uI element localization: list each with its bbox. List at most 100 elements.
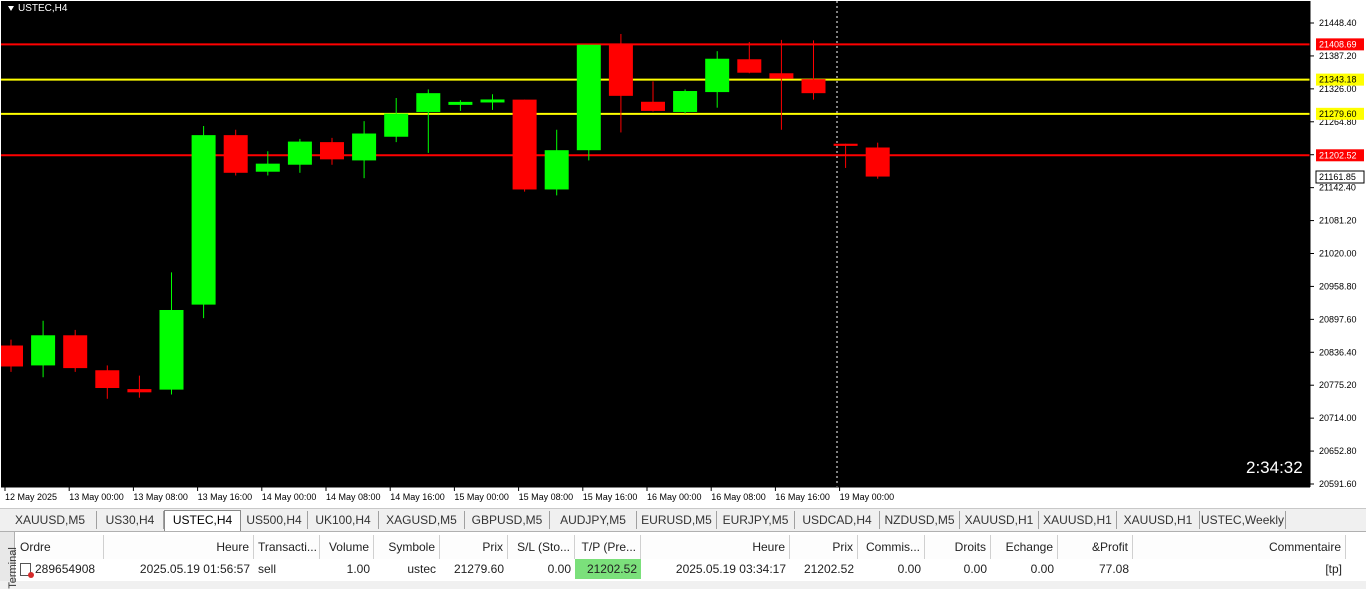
cell-commentaire[interactable]: [tp] bbox=[1133, 559, 1346, 579]
time-tick-label: 13 May 00:00 bbox=[69, 492, 124, 502]
time-tick-label: 14 May 08:00 bbox=[326, 492, 381, 502]
candle-body bbox=[223, 135, 248, 173]
tab-eurjpy-m5[interactable]: EURJPY,M5 bbox=[717, 511, 795, 529]
time-tick-label: 16 May 00:00 bbox=[647, 492, 702, 502]
candle-body bbox=[191, 135, 216, 305]
cell-sl[interactable]: 0.00 bbox=[508, 559, 575, 579]
column-header-symbole[interactable]: Symbole bbox=[374, 535, 440, 559]
time-tick-label: 16 May 08:00 bbox=[711, 492, 766, 502]
time-tick-label: 15 May 16:00 bbox=[583, 492, 638, 502]
column-header-volume[interactable]: Volume bbox=[320, 535, 374, 559]
level-label: 21279.60 bbox=[1319, 109, 1357, 119]
price-tick-label: 21387.20 bbox=[1319, 51, 1357, 61]
price-tick-label: 21081.20 bbox=[1319, 216, 1357, 226]
candle-body bbox=[705, 58, 730, 93]
chart-title: USTEC,H4 bbox=[8, 3, 67, 14]
column-header-ordre[interactable]: Ordre bbox=[16, 535, 104, 559]
time-tick-label: 16 May 16:00 bbox=[775, 492, 830, 502]
column-header-commentaire[interactable]: Commentaire bbox=[1133, 535, 1346, 559]
candle-body bbox=[480, 99, 505, 103]
price-tick-label: 20714.00 bbox=[1319, 413, 1357, 423]
candle-body bbox=[608, 44, 633, 96]
candle-body bbox=[673, 91, 698, 112]
candle-body bbox=[63, 335, 88, 369]
candle-body bbox=[544, 150, 569, 190]
price-tick-label: 20775.20 bbox=[1319, 380, 1357, 390]
tab-xauusd-h1[interactable]: XAUUSD,H1 bbox=[960, 511, 1039, 529]
time-tick-label: 19 May 00:00 bbox=[840, 492, 895, 502]
column-header-heure[interactable]: Heure bbox=[104, 535, 254, 559]
price-chart[interactable]: 21448.4021387.2021326.0021264.8021203.60… bbox=[0, 0, 1366, 508]
column-header-transaction[interactable]: Transacti... bbox=[254, 535, 320, 559]
column-header-prix[interactable]: Prix bbox=[440, 535, 508, 559]
cell-prix-close[interactable]: 21202.52 bbox=[790, 559, 858, 579]
cell-transaction[interactable]: sell bbox=[254, 559, 320, 579]
tab-ustec-h4[interactable]: USTEC,H4 bbox=[164, 510, 241, 531]
order-doc-icon bbox=[20, 563, 34, 579]
time-tick-label: 15 May 00:00 bbox=[454, 492, 509, 502]
dropdown-triangle-icon[interactable] bbox=[8, 5, 14, 11]
tab-eurusd-m5[interactable]: EURUSD,M5 bbox=[637, 511, 717, 529]
cell-commission[interactable]: 0.00 bbox=[858, 559, 925, 579]
chart-tabs-bar: XAUUSD,M5 US30,H4 USTEC,H4 US500,H4 UK100,H4… bbox=[0, 508, 1366, 531]
chart-area[interactable]: 21448.4021387.2021326.0021264.8021203.60… bbox=[0, 0, 1366, 508]
price-tick-label: 20836.40 bbox=[1319, 347, 1357, 357]
tab-xauusd-h1[interactable]: XAUUSD,H1 bbox=[1117, 511, 1200, 529]
cell-prix[interactable]: 21279.60 bbox=[440, 559, 508, 579]
cell-heure[interactable]: 2025.05.19 01:56:57 bbox=[104, 559, 254, 579]
cell-tp[interactable]: 21202.52 bbox=[575, 559, 641, 579]
price-tick-label: 21020.00 bbox=[1319, 249, 1357, 259]
time-tick-label: 13 May 08:00 bbox=[133, 492, 188, 502]
column-header-sl[interactable]: S/L (Sto... bbox=[508, 535, 575, 559]
candle-body bbox=[769, 73, 794, 79]
candle-body bbox=[448, 101, 473, 105]
cell-heure-close[interactable]: 2025.05.19 03:34:17 bbox=[641, 559, 790, 579]
cell-symbole[interactable]: ustec bbox=[374, 559, 440, 579]
price-tick-label: 21142.40 bbox=[1319, 183, 1356, 193]
tab-uk100-h4[interactable]: UK100,H4 bbox=[308, 511, 379, 529]
candle-body bbox=[512, 99, 537, 190]
tab-xauusd-m5[interactable]: XAUUSD,M5 bbox=[4, 511, 97, 529]
column-header-prix-close[interactable]: Prix bbox=[790, 535, 858, 559]
chart-title-text: USTEC,H4 bbox=[18, 3, 68, 14]
cell-profit[interactable]: 77.08 bbox=[1058, 559, 1133, 579]
tab-usdcad-h4[interactable]: USDCAD,H4 bbox=[795, 511, 880, 529]
cell-volume[interactable]: 1.00 bbox=[320, 559, 374, 579]
candle-body bbox=[127, 389, 152, 393]
candle-body bbox=[737, 59, 762, 73]
candle-body bbox=[31, 335, 56, 366]
tab-audjpy-m5[interactable]: AUDJPY,M5 bbox=[550, 511, 637, 529]
candle-body bbox=[159, 309, 184, 390]
candle-body bbox=[576, 44, 601, 151]
tab-us500-h4[interactable]: US500,H4 bbox=[241, 511, 308, 529]
candle-body bbox=[95, 370, 120, 389]
cell-droits[interactable]: 0.00 bbox=[925, 559, 991, 579]
time-tick-label: 12 May 2025 bbox=[5, 492, 57, 502]
terminal-panel: Terminal Ordre Heure Transacti... Volume Sym… bbox=[0, 531, 1366, 589]
time-tick-label: 14 May 00:00 bbox=[262, 492, 317, 502]
tab-xagusd-m5[interactable]: XAGUSD,M5 bbox=[379, 511, 465, 529]
terminal-side-label[interactable]: Terminal bbox=[0, 532, 19, 589]
price-tick-label: 20591.60 bbox=[1319, 479, 1357, 489]
column-header-commission[interactable]: Commis... bbox=[858, 535, 925, 559]
tab-nzdusd-m5[interactable]: NZDUSD,M5 bbox=[880, 511, 960, 529]
column-header-heure-close[interactable]: Heure bbox=[641, 535, 790, 559]
candle-body bbox=[801, 79, 826, 94]
cell-echange[interactable]: 0.00 bbox=[991, 559, 1058, 579]
tab-gbpusd-m5[interactable]: GBPUSD,M5 bbox=[465, 511, 550, 529]
tab-ustec-weekly[interactable]: USTEC,Weekly bbox=[1200, 511, 1286, 529]
tab-us30-h4[interactable]: US30,H4 bbox=[97, 511, 164, 529]
candle-body bbox=[320, 142, 344, 160]
tab-xauusd-h1[interactable]: XAUUSD,H1 bbox=[1039, 511, 1117, 529]
price-tick-label: 20958.80 bbox=[1319, 281, 1357, 291]
column-header-profit[interactable]: &Profit bbox=[1058, 535, 1133, 559]
candle-body bbox=[865, 147, 890, 177]
column-header-tp[interactable]: T/P (Pre... bbox=[575, 535, 641, 559]
candle-body bbox=[416, 93, 441, 112]
level-label: 21202.52 bbox=[1319, 150, 1357, 160]
column-header-echange[interactable]: Echange bbox=[991, 535, 1058, 559]
cell-ordre[interactable]: 289654908 bbox=[16, 559, 104, 579]
level-label: 21408.69 bbox=[1319, 39, 1357, 49]
column-header-droits[interactable]: Droits bbox=[925, 535, 991, 559]
price-tick-label: 20897.60 bbox=[1319, 314, 1357, 324]
